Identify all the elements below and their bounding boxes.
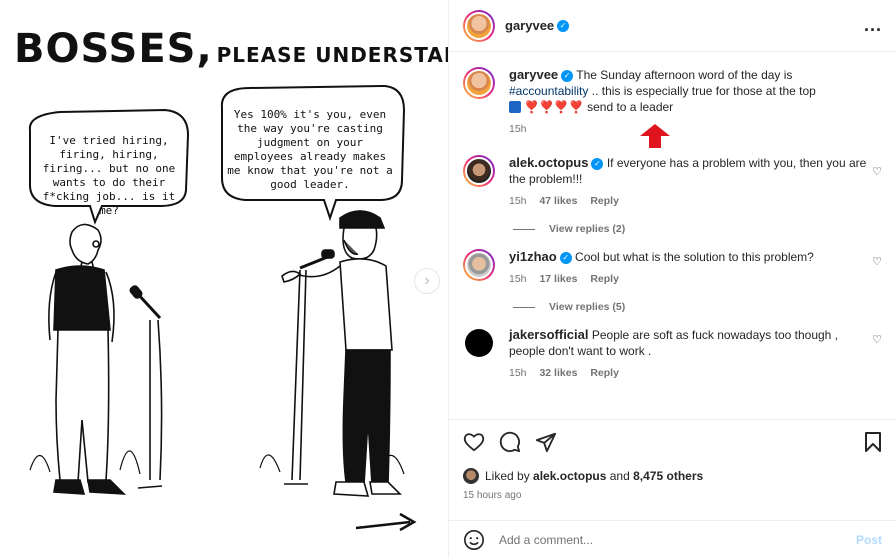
comment-likes[interactable]: 17 likes	[539, 273, 577, 285]
post-image: BOSSES,PLEASE UNDERSTAND THIS I've tried…	[0, 0, 448, 558]
verified-badge-icon: ✓	[591, 158, 604, 170]
comments-list: garyvee ✓ The Sunday afternoon word of th…	[449, 53, 896, 418]
view-replies-button[interactable]: View replies (5)	[513, 301, 882, 313]
comment-bubble-icon[interactable]	[499, 431, 521, 453]
like-comment-heart-icon[interactable]: ♡	[872, 255, 882, 268]
comment-time: 15h	[509, 273, 527, 285]
caption: garyvee ✓ The Sunday afternoon word of th…	[463, 53, 882, 148]
reply-button[interactable]: Reply	[590, 273, 619, 285]
verified-badge-icon: ✓	[561, 70, 574, 82]
comic-swipe-arrow	[355, 512, 417, 532]
view-replies-button[interactable]: View replies (2)	[513, 223, 882, 235]
liker-username[interactable]: alek.octopus	[533, 469, 606, 483]
likes-joiner: and	[609, 469, 630, 483]
caption-emoji-suffix: send to a leader	[587, 100, 674, 114]
author-avatar[interactable]	[463, 9, 495, 42]
post-sidebar: garyvee ✓ ... garyvee ✓ The Sunday aftern…	[448, 0, 896, 558]
share-send-icon[interactable]	[535, 431, 557, 453]
verified-badge-icon: ✓	[557, 19, 570, 32]
caption-time: 15h	[509, 123, 527, 135]
emoji-icon	[509, 101, 521, 113]
like-heart-icon[interactable]	[463, 432, 485, 452]
add-comment-bar: Post	[449, 520, 896, 558]
more-horizontal-icon: ...	[863, 15, 882, 35]
commenter-avatar[interactable]	[463, 249, 495, 281]
view-replies-label: View replies (5)	[549, 301, 626, 313]
comment-item: alek.octopus ✓ If everyone has a problem …	[463, 137, 882, 209]
caption-username[interactable]: garyvee	[509, 67, 558, 82]
likes-others-link[interactable]: 8,475 others	[633, 469, 703, 483]
more-options-button[interactable]: ...	[864, 15, 882, 36]
speech-bubble-right: Yes 100% it's you, even the way you're c…	[227, 108, 393, 191]
comment-likes[interactable]: 47 likes	[539, 195, 577, 207]
avatar-image	[465, 329, 493, 357]
replies-line	[513, 306, 535, 308]
commenter-avatar[interactable]	[463, 155, 495, 187]
like-comment-heart-icon[interactable]: ♡	[872, 165, 882, 178]
commenter-avatar[interactable]	[463, 327, 495, 359]
comment-username[interactable]: alek.octopus	[509, 155, 588, 170]
comic-illustration	[28, 84, 417, 532]
post-actions: Liked by alek.octopus and 8,475 others 1…	[449, 419, 896, 501]
caption-text-after: .. this is especially true for those at …	[591, 84, 816, 98]
comment-input[interactable]	[499, 532, 856, 547]
avatar-image	[465, 251, 493, 279]
comment-likes[interactable]: 32 likes	[539, 367, 577, 379]
like-comment-heart-icon[interactable]: ♡	[872, 333, 882, 346]
comic-title-small: PLEASE UNDERSTAND THIS	[216, 43, 448, 67]
verified-badge-icon: ✓	[559, 252, 572, 264]
caption-emoji: ❣️❣️❣️❣️	[524, 100, 584, 114]
comment-text: Cool but what is the solution to this pr…	[575, 250, 814, 264]
post-timestamp[interactable]: 15 hours ago	[463, 490, 882, 501]
comment-item: jakersofficial People are soft as fuck n…	[463, 313, 882, 381]
avatar-image	[465, 157, 493, 185]
caption-avatar[interactable]	[463, 67, 495, 99]
likes-summary: Liked by alek.octopus and 8,475 others	[463, 468, 882, 484]
hashtag-link[interactable]: #accountability	[509, 84, 588, 98]
likes-prefix: Liked by	[485, 469, 530, 483]
reply-button[interactable]: Reply	[590, 367, 619, 379]
post-comment-button[interactable]: Post	[856, 533, 882, 547]
replies-line	[513, 228, 535, 230]
speech-bubble-left: I've tried hiring, firing, hiring, firin…	[42, 134, 176, 217]
avatar-image	[465, 69, 493, 97]
comic-title-big: BOSSES,	[14, 26, 213, 72]
reply-button[interactable]: Reply	[590, 195, 619, 207]
emoji-picker-icon[interactable]	[463, 529, 485, 551]
comment-time: 15h	[509, 367, 527, 379]
comic-title: BOSSES,PLEASE UNDERSTAND THIS	[14, 26, 448, 72]
comment-time: 15h	[509, 195, 527, 207]
post-header: garyvee ✓ ...	[449, 0, 896, 52]
comment-username[interactable]: yi1zhao	[509, 249, 557, 264]
view-replies-label: View replies (2)	[549, 223, 626, 235]
caption-text-before: The Sunday afternoon word of the day is	[576, 68, 793, 82]
avatar-image	[465, 11, 493, 40]
bookmark-icon[interactable]	[864, 431, 882, 453]
liker-avatar[interactable]	[463, 468, 479, 484]
chevron-right-icon: ›	[424, 272, 430, 289]
author-username[interactable]: garyvee	[505, 18, 554, 33]
comment-item: yi1zhao ✓ Cool but what is the solution t…	[463, 235, 882, 287]
comment-username[interactable]: jakersofficial	[509, 327, 589, 342]
carousel-next-button[interactable]: ›	[414, 268, 440, 294]
